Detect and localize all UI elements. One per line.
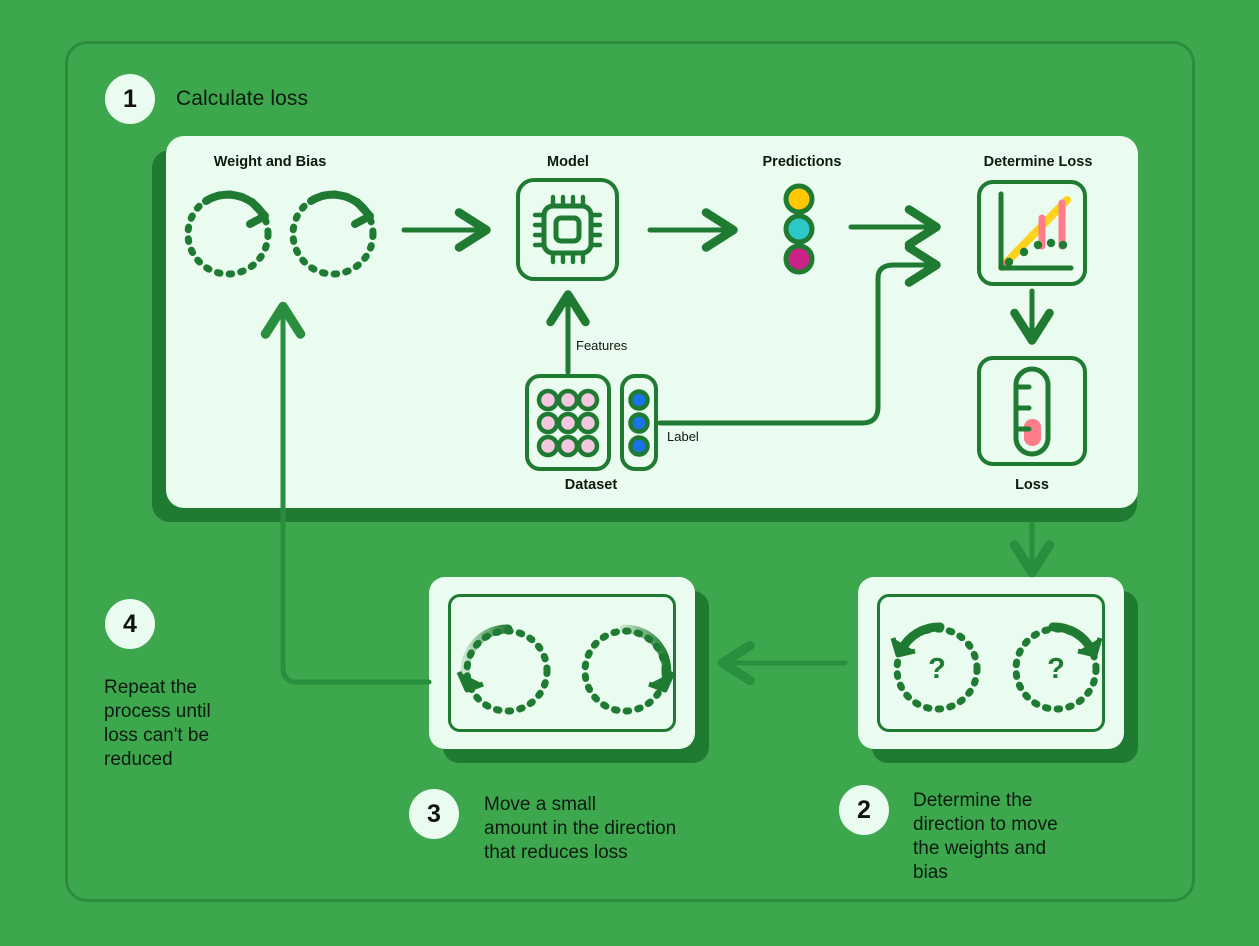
heading-weight-and-bias: Weight and Bias [213,154,327,170]
step-badge-2-number: 2 [857,795,871,824]
step-2-text: Determine the direction to move the weig… [913,790,1058,883]
step-badge-4: 4 [105,599,155,649]
step3-inner-frame [448,594,676,732]
step2-inner-frame [877,594,1105,732]
step-3-text: Move a small amount in the direction tha… [484,794,677,863]
diagram-canvas: 1 Calculate loss Weight and Bias Model P… [0,0,1259,946]
step-badge-4-number: 4 [123,609,137,638]
step-badge-3: 3 [409,789,459,839]
step-badge-2: 2 [839,785,889,835]
step-1-title: Calculate loss [176,87,309,110]
heading-determine-loss: Determine Loss [983,154,1093,170]
step1-panel [166,136,1138,508]
step-badge-3-number: 3 [427,799,441,828]
heading-predictions: Predictions [762,154,842,170]
step-badge-1-number: 1 [123,84,137,113]
step-badge-1: 1 [105,74,155,124]
caption-dataset: Dataset [564,477,618,493]
heading-model: Model [547,154,589,170]
edge-label-features: Features [576,338,628,353]
caption-loss: Loss [1015,477,1049,493]
edge-label-label: Label [667,429,699,444]
step-4-text: Repeat the process until loss can't be r… [104,677,211,770]
